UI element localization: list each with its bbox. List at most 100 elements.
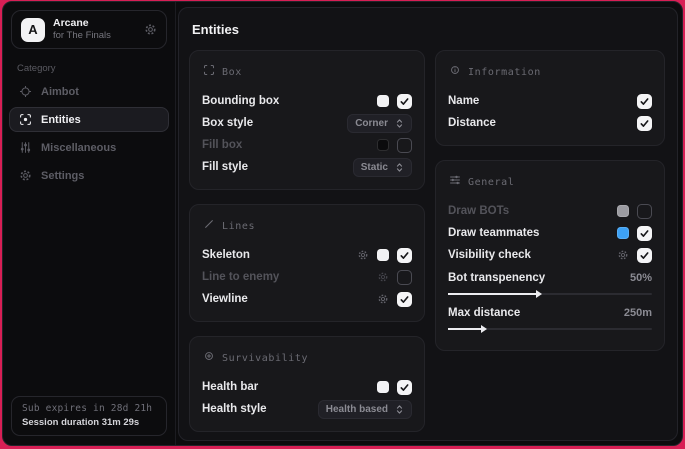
checkbox[interactable]	[397, 292, 412, 307]
color-swatch[interactable]	[377, 139, 389, 151]
row-draw-teammates: Draw teammates	[448, 222, 652, 244]
info-icon	[449, 63, 461, 81]
row-health-style: Health style Health based	[202, 398, 412, 420]
panel-lines: Lines Skeleton Line to enemy	[189, 204, 425, 322]
row-skeleton: Skeleton	[202, 244, 412, 266]
unfold-icon	[395, 162, 404, 173]
checkbox[interactable]	[637, 204, 652, 219]
checkbox[interactable]	[397, 138, 412, 153]
vertical-sliders-icon	[19, 141, 32, 154]
select-value: Health based	[326, 404, 388, 415]
row-draw-bots: Draw BOTs	[448, 200, 652, 222]
sidebar-spacer	[3, 188, 175, 388]
color-swatch[interactable]	[617, 227, 629, 239]
app-meta: Arcane for The Finals	[53, 17, 136, 42]
checkbox[interactable]	[637, 226, 652, 241]
checkbox[interactable]	[637, 94, 652, 109]
slider-value: 50%	[630, 272, 652, 284]
entity-scan-icon	[19, 113, 32, 126]
panel-information: Information Name Distance	[435, 50, 665, 146]
row-label: Fill style	[202, 161, 248, 173]
checkbox[interactable]	[397, 248, 412, 263]
slider-thumb-arrow[interactable]	[481, 325, 487, 333]
select-value: Static	[361, 162, 388, 173]
row-name: Name	[448, 90, 652, 112]
slider-bot-transparency: Bot transpenency 50%	[448, 269, 652, 295]
check-icon	[399, 382, 410, 393]
panel-title: Information	[468, 67, 541, 78]
unfold-icon	[395, 404, 404, 415]
app-logo: A	[21, 18, 45, 42]
row-settings-gear-icon[interactable]	[357, 249, 369, 261]
panel-box: Box Bounding box Box style	[189, 50, 425, 190]
sidebar-item-settings[interactable]: Settings	[9, 163, 169, 188]
subscription-card: Sub expires in 28d 21h Session duration …	[11, 396, 167, 436]
row-label: Health style	[202, 403, 267, 415]
row-distance: Distance	[448, 112, 652, 134]
main-content: Entities Box Bounding box	[178, 7, 678, 441]
slider-thumb-arrow[interactable]	[536, 290, 542, 298]
box-style-select[interactable]: Corner	[347, 114, 412, 133]
row-label: Visibility check	[448, 249, 531, 261]
box-corners-icon	[203, 63, 215, 81]
color-swatch[interactable]	[617, 205, 629, 217]
slider-fill	[448, 293, 540, 295]
check-icon	[639, 228, 650, 239]
row-health-bar: Health bar	[202, 376, 412, 398]
row-label: Draw teammates	[448, 227, 539, 239]
sidebar: A Arcane for The Finals Category Aimbot	[3, 2, 176, 445]
row-visibility-check: Visibility check	[448, 244, 652, 266]
app-window: A Arcane for The Finals Category Aimbot	[2, 1, 683, 446]
checkbox[interactable]	[397, 380, 412, 395]
fill-style-select[interactable]: Static	[353, 158, 412, 177]
row-line-to-enemy: Line to enemy	[202, 266, 412, 288]
row-fill-box: Fill box	[202, 134, 412, 156]
row-viewline: Viewline	[202, 288, 412, 310]
row-label: Box style	[202, 117, 253, 129]
crosshair-icon	[19, 85, 32, 98]
health-style-select[interactable]: Health based	[318, 400, 412, 419]
checkbox[interactable]	[637, 248, 652, 263]
slider-track[interactable]	[448, 293, 652, 295]
app-subtitle: for The Finals	[53, 30, 136, 42]
page-title: Entities	[192, 22, 665, 37]
app-header-card: A Arcane for The Finals	[11, 10, 167, 49]
check-icon	[639, 250, 650, 261]
check-icon	[399, 250, 410, 261]
color-swatch[interactable]	[377, 381, 389, 393]
row-settings-gear-icon[interactable]	[377, 271, 389, 283]
session-duration-text: Session duration 31m 29s	[22, 417, 156, 428]
row-label: Viewline	[202, 293, 248, 305]
row-label: Draw BOTs	[448, 205, 509, 217]
row-settings-gear-icon[interactable]	[617, 249, 629, 261]
slider-track[interactable]	[448, 328, 652, 330]
panels-grid: Box Bounding box Box style	[189, 50, 665, 432]
checkbox[interactable]	[397, 270, 412, 285]
sidebar-item-entities[interactable]: Entities	[9, 107, 169, 132]
horizontal-sliders-icon	[449, 173, 461, 191]
left-column: Box Bounding box Box style	[189, 50, 425, 432]
sidebar-item-aimbot[interactable]: Aimbot	[9, 79, 169, 104]
row-label: Line to enemy	[202, 271, 279, 283]
sidebar-item-label: Aimbot	[41, 86, 79, 98]
panel-title: Survivability	[222, 353, 308, 364]
sidebar-item-miscellaneous[interactable]: Miscellaneous	[9, 135, 169, 160]
checkbox[interactable]	[397, 94, 412, 109]
slider-label: Bot transpenency	[448, 272, 545, 284]
diagonal-line-icon	[203, 217, 215, 235]
color-swatch[interactable]	[377, 249, 389, 261]
panel-general: General Draw BOTs Draw teammates	[435, 160, 665, 351]
sidebar-item-label: Entities	[41, 114, 81, 126]
slider-fill	[448, 328, 485, 330]
color-swatch[interactable]	[377, 95, 389, 107]
row-label: Fill box	[202, 139, 242, 151]
row-label: Distance	[448, 117, 496, 129]
slider-value: 250m	[624, 307, 652, 319]
unfold-icon	[395, 118, 404, 129]
row-settings-gear-icon[interactable]	[377, 293, 389, 305]
refresh-gear-icon[interactable]	[144, 23, 157, 36]
checkbox[interactable]	[637, 116, 652, 131]
select-value: Corner	[355, 118, 388, 129]
right-column: Information Name Distance	[435, 50, 665, 351]
gear-icon	[19, 169, 32, 182]
